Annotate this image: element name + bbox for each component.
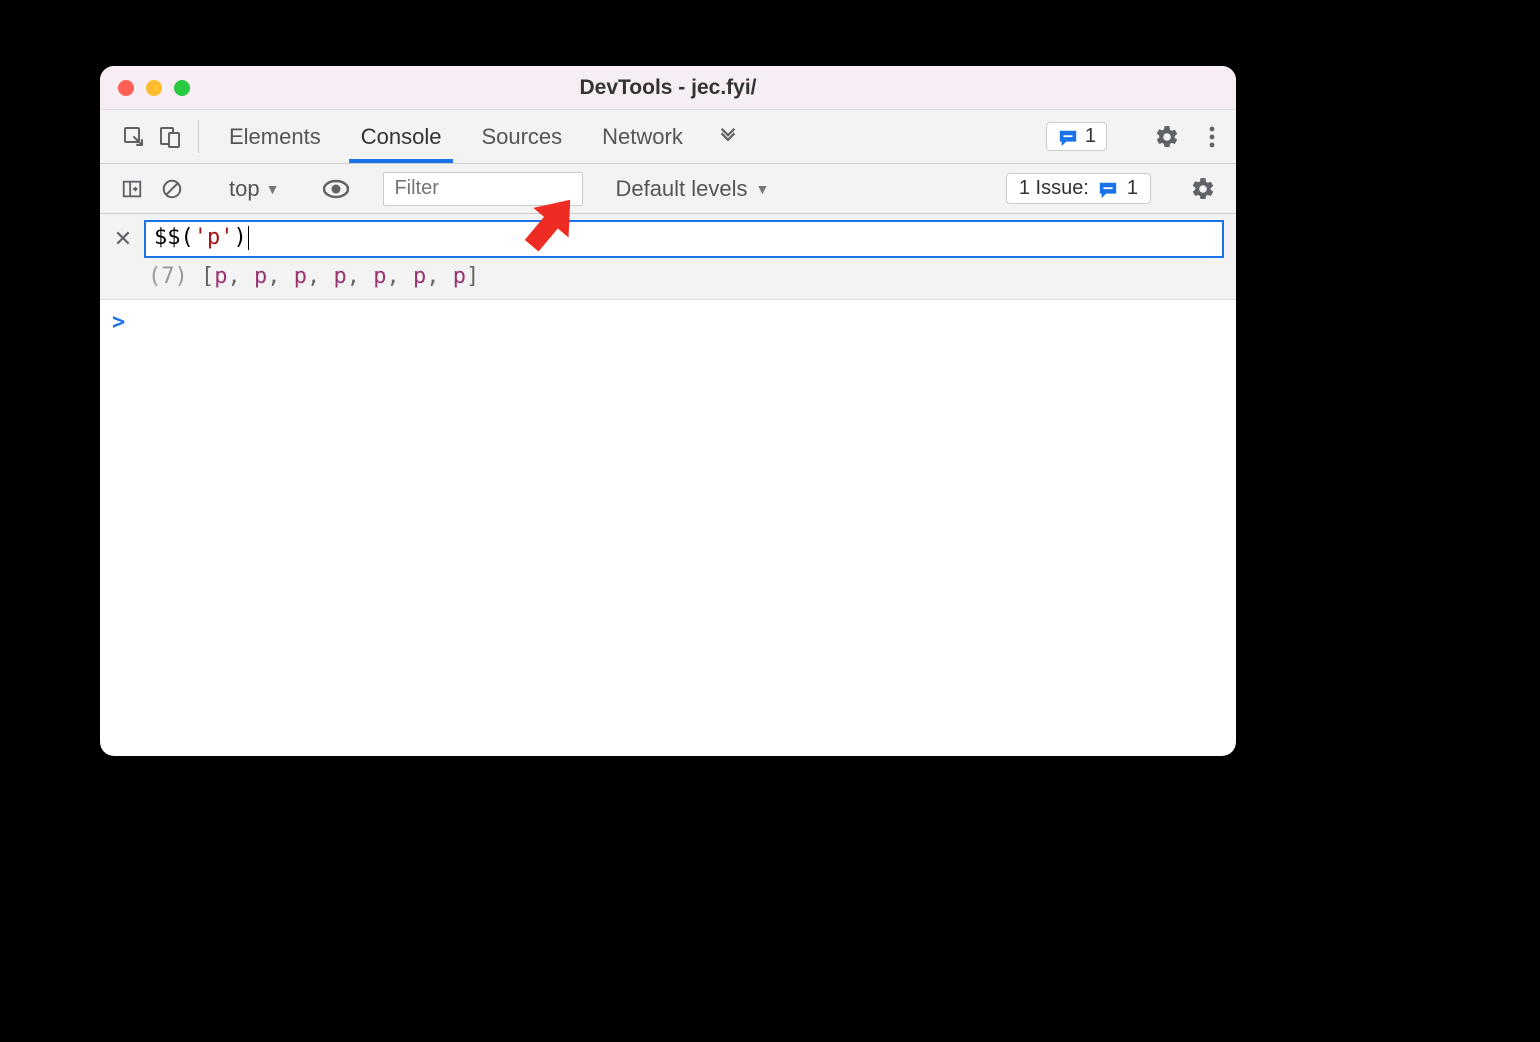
result-elem: p [334,264,347,289]
console-toolbar: top ▼ Default levels ▼ 1 Issue: 1 [100,164,1236,214]
console-eager-result: (7) [p, p, p, p, p, p, p] [112,258,1224,291]
comma: , [426,264,453,289]
code-string: 'p' [194,225,234,250]
close-window-button[interactable] [118,80,134,96]
chevron-down-icon: ▼ [266,181,280,197]
code-paren: ( [181,225,194,250]
feedback-count: 1 [1085,125,1096,148]
zoom-window-button[interactable] [174,80,190,96]
window-title: DevTools - jec.fyi/ [100,76,1236,100]
result-elem: p [453,264,466,289]
feedback-icon [1097,180,1119,198]
result-elem: p [254,264,267,289]
tab-network[interactable]: Network [582,110,703,163]
show-console-sidebar-icon[interactable] [114,171,150,207]
comma: , [228,264,255,289]
feedback-badge[interactable]: 1 [1046,122,1107,151]
more-options-icon[interactable] [1198,125,1226,149]
console-code-input[interactable]: $$('p') [144,220,1224,258]
comma: , [307,264,334,289]
clear-console-icon[interactable] [154,171,190,207]
result-elem: p [373,264,386,289]
minimize-window-button[interactable] [146,80,162,96]
result-elem: p [294,264,307,289]
devtools-window: DevTools - jec.fyi/ Elements Console Sou… [100,66,1236,756]
console-input-row: ✕ $$('p') [112,220,1224,258]
comma: , [387,264,414,289]
comma: , [347,264,374,289]
more-tabs-icon[interactable] [703,110,753,163]
toolbar-right: 1 [1046,110,1226,163]
code-fn: $$ [154,225,181,250]
device-toolbar-icon[interactable] [152,110,188,163]
close-icon[interactable]: ✕ [112,226,134,252]
issues-label: 1 Issue: [1019,177,1089,200]
result-elem: p [214,264,227,289]
separator [198,120,199,153]
tab-console[interactable]: Console [341,110,462,163]
panel-tabs: Elements Console Sources Network [209,110,703,163]
live-expression-icon[interactable] [318,171,354,207]
comma: , [267,264,294,289]
filter-input[interactable] [383,172,583,206]
execution-context-select[interactable]: top ▼ [219,176,289,202]
log-levels-select[interactable]: Default levels ▼ [601,176,783,202]
traffic-lights [100,80,190,96]
console-prompt-area[interactable]: > [100,300,1236,345]
levels-label: Default levels [615,176,747,202]
issues-badge[interactable]: 1 Issue: 1 [1006,173,1151,204]
tab-sources[interactable]: Sources [461,110,582,163]
context-label: top [229,176,260,202]
feedback-icon [1057,128,1079,146]
result-elem: p [413,264,426,289]
console-settings-icon[interactable] [1180,176,1226,202]
issues-count: 1 [1127,177,1138,200]
text-cursor [248,226,249,250]
main-toolbar: Elements Console Sources Network 1 [100,110,1236,164]
result-count: (7) [148,264,188,289]
code-paren: ) [234,225,247,250]
console-eager-eval-area: ✕ $$('p') (7) [p, p, p, p, p, p, p] [100,214,1236,300]
chevron-down-icon: ▼ [756,181,770,197]
bracket-open: [ [201,264,214,289]
titlebar: DevTools - jec.fyi/ [100,66,1236,110]
inspect-element-icon[interactable] [116,110,152,163]
settings-icon[interactable] [1144,124,1190,150]
bracket-close: ] [466,264,479,289]
tab-elements[interactable]: Elements [209,110,341,163]
prompt-chevron-icon: > [112,310,125,335]
